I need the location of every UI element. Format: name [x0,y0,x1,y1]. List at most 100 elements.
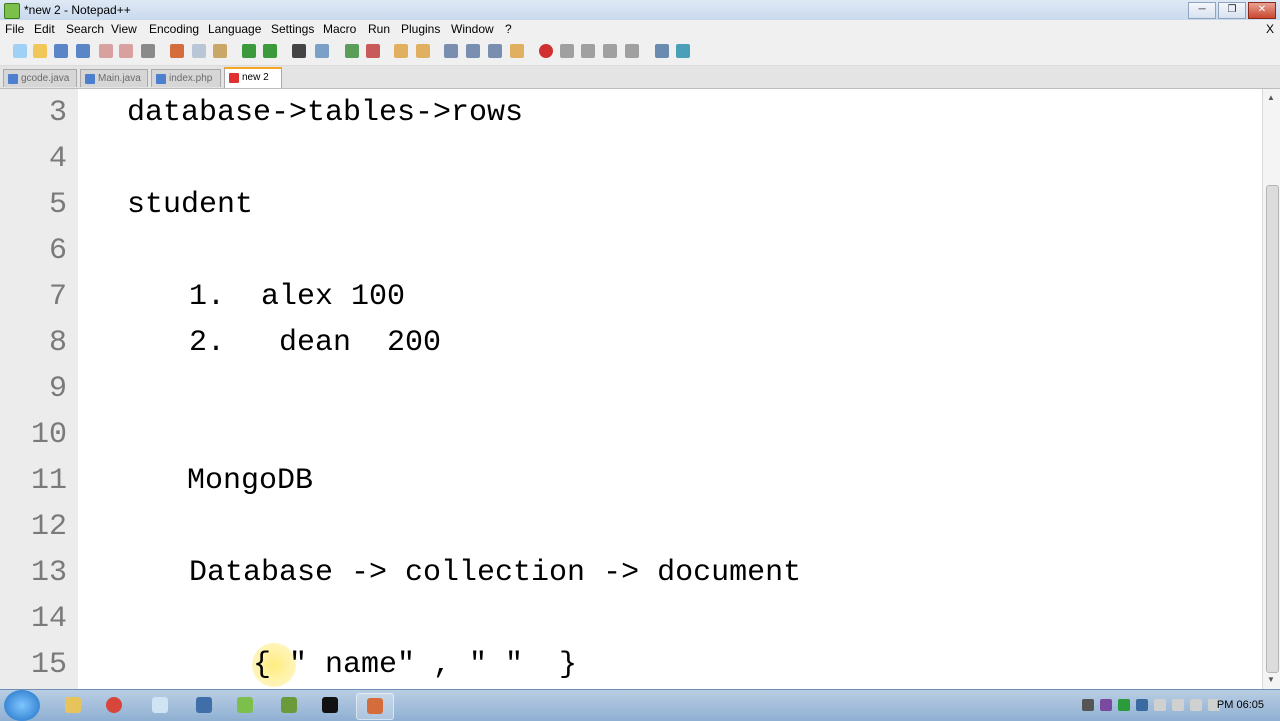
paste-icon[interactable] [213,44,227,58]
vertical-scrollbar[interactable]: ▲ ▼ [1262,89,1280,689]
network-icon[interactable] [1190,699,1202,711]
line-number: 14 [30,602,67,636]
start-button[interactable] [4,690,40,721]
line-text[interactable]: 1. alex 100 [189,274,405,320]
tab-main-java[interactable]: Main.java [80,69,148,87]
menu-plugins[interactable]: Plugins [401,22,440,36]
word-wrap-icon[interactable] [444,44,458,58]
line-text[interactable]: { " name" , " " } [253,642,577,688]
tray-app-icon[interactable] [1118,699,1130,711]
cut-icon[interactable] [170,44,184,58]
editor-line: 10 [0,412,1262,458]
launch-browser-icon[interactable] [655,44,669,58]
taskbar-chrome[interactable] [96,693,132,718]
editor-line: 7 1. alex 100 [0,274,1262,320]
line-text[interactable]: Database -> collection -> document [189,550,801,596]
notepad-plus-plus-icon [237,697,253,713]
line-number: 11 [30,464,67,498]
tab-label: index.php [169,73,213,84]
scroll-down-icon[interactable]: ▼ [1267,675,1275,684]
menu-settings[interactable]: Settings [271,22,314,36]
menu-file[interactable]: File [5,22,24,36]
unsaved-file-icon [229,73,239,83]
close-all-icon[interactable] [119,44,133,58]
editor-line: 11 MongoDB [0,458,1262,504]
undo-icon[interactable] [242,44,256,58]
taskbar-app[interactable] [186,693,222,718]
show-all-characters-icon[interactable] [466,44,480,58]
close-window-button[interactable]: ✕ [1248,2,1276,19]
copy-icon[interactable] [192,44,206,58]
tab-gcode-java[interactable]: gcode.java [3,69,77,87]
tab-new-2[interactable]: new 2 [224,67,282,88]
taskbar-active-app[interactable] [356,693,394,720]
sync-horizontal-icon[interactable] [416,44,430,58]
tray-app-icon[interactable] [1136,699,1148,711]
redo-icon[interactable] [263,44,277,58]
new-file-icon[interactable] [13,44,27,58]
line-number: 3 [48,96,67,130]
minimize-button[interactable]: ─ [1188,2,1216,19]
editor-line: 14 [0,596,1262,642]
print-icon[interactable] [141,44,155,58]
taskbar-notepad[interactable] [142,693,178,718]
line-number: 4 [48,142,67,176]
record-macro-icon[interactable] [539,44,553,58]
volume-icon[interactable] [1172,699,1184,711]
editor-line: 13 Database -> collection -> document [0,550,1262,596]
editor-line: 5 student [0,182,1262,228]
spell-check-icon[interactable] [676,44,690,58]
taskbar-app-2[interactable] [271,693,307,718]
line-text[interactable]: 2. dean 200 [189,320,441,366]
show-hidden-icons-icon[interactable] [1082,699,1094,711]
menu-run[interactable]: Run [368,22,390,36]
zoom-in-icon[interactable] [345,44,359,58]
window-title: *new 2 - Notepad++ [24,3,131,17]
play-macro-icon[interactable] [581,44,595,58]
stop-macro-icon[interactable] [560,44,574,58]
menu-view[interactable]: View [111,22,137,36]
scroll-up-icon[interactable]: ▲ [1267,93,1275,102]
menu-help[interactable]: ? [505,22,512,36]
line-text[interactable]: student [127,182,253,228]
save-macro-icon[interactable] [625,44,639,58]
close-file-icon[interactable] [99,44,113,58]
line-text[interactable]: MongoDB [187,458,313,504]
save-all-icon[interactable] [76,44,90,58]
menu-encoding[interactable]: Encoding [149,22,199,36]
window-controls: ─ ❐ ✕ [1188,2,1276,19]
maximize-button[interactable]: ❐ [1218,2,1246,19]
action-center-flag-icon[interactable] [1154,699,1166,711]
sync-vertical-icon[interactable] [394,44,408,58]
file-icon [156,74,166,84]
menu-edit[interactable]: Edit [34,22,55,36]
taskbar-notepadpp[interactable] [227,693,263,718]
tab-index-php[interactable]: index.php [151,69,221,87]
notepad-icon [152,697,168,713]
line-text[interactable]: database->tables->rows [127,90,523,136]
run-macro-multiple-icon[interactable] [603,44,617,58]
line-number: 10 [30,418,67,452]
close-document-button[interactable]: X [1266,22,1274,36]
save-icon[interactable] [54,44,68,58]
open-file-icon[interactable] [33,44,47,58]
scrollbar-thumb[interactable] [1266,185,1279,673]
menu-macro[interactable]: Macro [323,22,356,36]
indent-guide-icon[interactable] [488,44,502,58]
toolbar [0,39,1280,66]
zoom-out-icon[interactable] [366,44,380,58]
taskbar-explorer[interactable] [55,693,91,718]
menu-bar: File Edit Search View Encoding Language … [0,20,1280,39]
menu-search[interactable]: Search [66,22,104,36]
taskbar-cmd[interactable] [312,693,348,718]
file-icon [8,74,18,84]
tray-app-icon[interactable] [1100,699,1112,711]
system-clock[interactable]: PM 06:05 [1217,699,1264,711]
find-icon[interactable] [292,44,306,58]
replace-icon[interactable] [315,44,329,58]
document-map-icon[interactable] [510,44,524,58]
editor-area[interactable]: 3 database->tables->rows 4 5 student 6 7… [0,89,1262,689]
menu-language[interactable]: Language [208,22,261,36]
line-number: 8 [48,326,67,360]
menu-window[interactable]: Window [451,22,494,36]
